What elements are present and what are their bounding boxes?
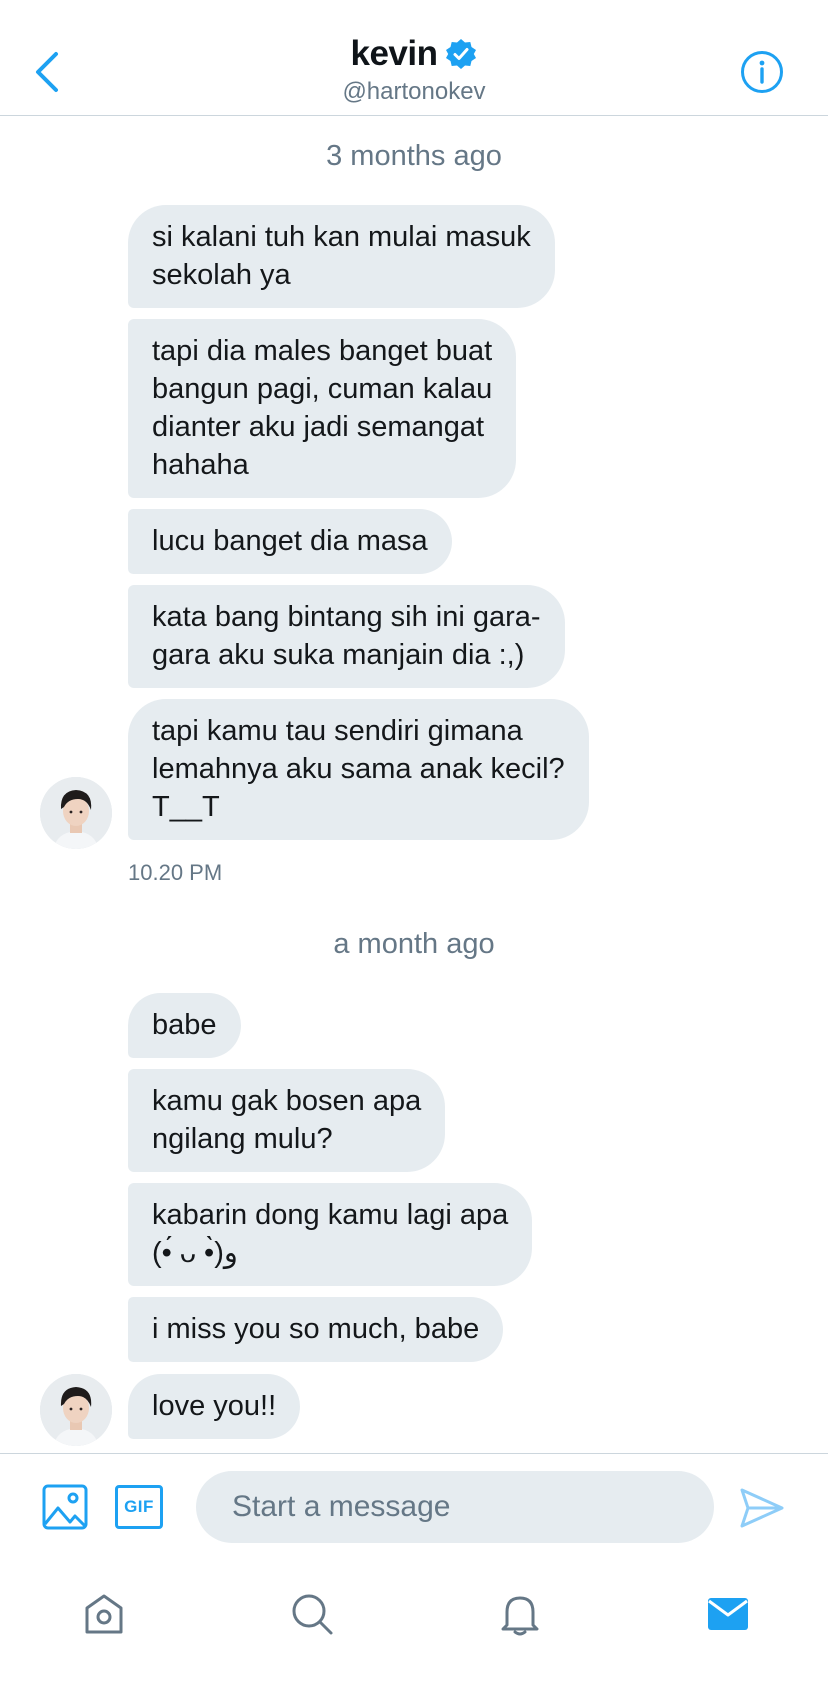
avatar[interactable] xyxy=(40,777,112,849)
message-bubble[interactable]: kamu gak bosen apa ngilang mulu? xyxy=(128,1069,446,1172)
send-icon xyxy=(740,1488,784,1528)
home-icon xyxy=(85,1594,123,1634)
message-bubble[interactable]: kata bang bintang sih ini gara- gara aku… xyxy=(128,585,565,688)
message-bubble[interactable]: kabarin dong kamu lagi apa (•́ ᴗ •̀)و xyxy=(128,1183,533,1286)
image-icon xyxy=(42,1484,88,1530)
date-divider: 3 months ago xyxy=(326,140,502,172)
message-bubble[interactable]: love you!! xyxy=(128,1374,301,1439)
profile-photo xyxy=(40,777,112,849)
contact-handle: @hartonokev xyxy=(342,78,486,105)
conversation-title[interactable]: kevin @hartonokev xyxy=(0,34,828,106)
bottom-tab-bar xyxy=(0,1560,828,1690)
profile-photo xyxy=(40,1374,112,1446)
date-divider: a month ago xyxy=(333,928,495,960)
message-bubble[interactable]: babe xyxy=(128,993,241,1058)
tab-notifications[interactable] xyxy=(490,1584,550,1644)
info-icon xyxy=(741,51,783,93)
message-bubble[interactable]: si kalani tuh kan mulai masuk sekolah ya xyxy=(128,205,555,308)
avatar[interactable] xyxy=(40,1374,112,1446)
contact-name: kevin xyxy=(350,34,439,73)
tab-messages[interactable] xyxy=(698,1584,758,1644)
add-gif-button[interactable]: GIF xyxy=(115,1485,163,1529)
verified-badge-icon xyxy=(445,39,476,69)
send-button[interactable] xyxy=(738,1484,786,1532)
message-bubble[interactable]: tapi dia males banget buat bangun pagi, … xyxy=(128,319,517,498)
message-bubble[interactable]: i miss you so much, babe xyxy=(128,1297,504,1362)
message-bubble[interactable]: lucu banget dia masa xyxy=(128,509,452,574)
notifications-icon xyxy=(501,1596,539,1636)
conversation-header: kevin @hartonokev xyxy=(0,0,828,116)
add-image-button[interactable] xyxy=(42,1484,88,1530)
message-time: 10.20 PM xyxy=(128,860,223,885)
tab-search[interactable] xyxy=(282,1584,342,1644)
message-composer: GIF xyxy=(0,1453,828,1560)
messages-icon xyxy=(708,1598,748,1630)
search-icon xyxy=(292,1594,333,1635)
info-button[interactable] xyxy=(740,50,784,94)
tab-home[interactable] xyxy=(74,1584,134,1644)
message-bubble[interactable]: tapi kamu tau sendiri gimana lemahnya ak… xyxy=(128,699,589,840)
message-input[interactable] xyxy=(196,1471,714,1543)
